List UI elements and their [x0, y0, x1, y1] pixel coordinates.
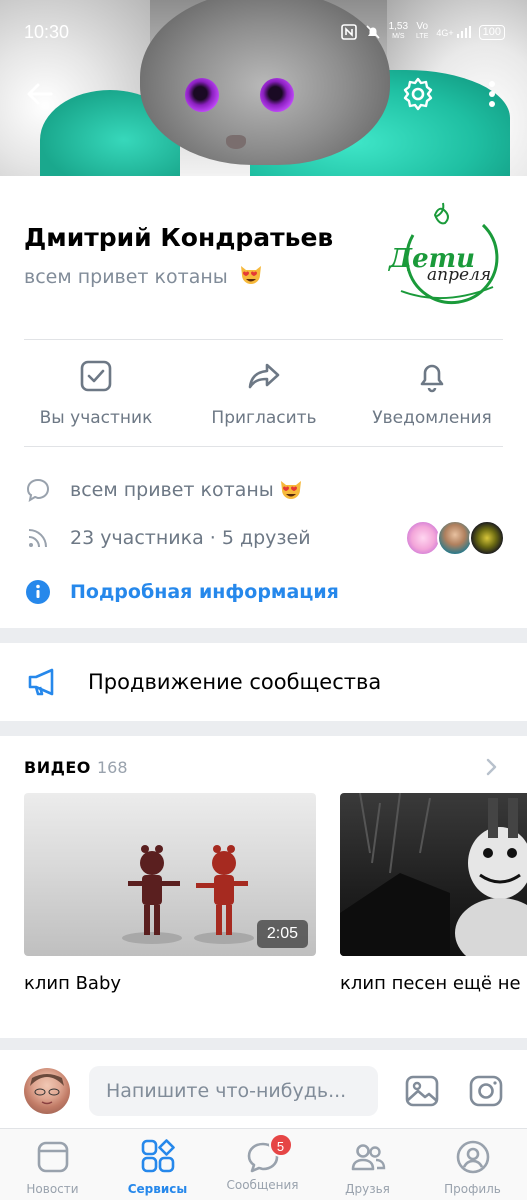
- section-separator: [0, 1038, 527, 1050]
- info-icon: [24, 578, 52, 606]
- tab-services-label: Сервисы: [127, 1182, 188, 1196]
- community-status: всем привет котаны: [24, 262, 264, 288]
- video-duration: 2:05: [256, 920, 308, 948]
- more-options-button[interactable]: [474, 76, 510, 112]
- heart-eyes-cat-emoji-icon: [280, 481, 301, 499]
- settings-button[interactable]: [400, 76, 436, 112]
- friend-avatar: [469, 520, 505, 556]
- news-icon: [37, 1141, 68, 1173]
- divider: [24, 446, 503, 447]
- tab-messages-label: Сообщения: [226, 1178, 299, 1192]
- network-type: 4G+: [436, 28, 454, 38]
- status-bar: 10:30 1,53 M/S Vo LTE 4G+ 100: [0, 0, 527, 64]
- friends-avatars[interactable]: [405, 520, 505, 556]
- messages-badge: 5: [268, 1133, 293, 1157]
- volte-bottom: LTE: [416, 33, 429, 40]
- details-link[interactable]: Подробная информация: [70, 581, 339, 603]
- post-input[interactable]: [89, 1066, 378, 1116]
- profile-icon: [456, 1140, 489, 1174]
- tab-messages[interactable]: 5 Сообщения: [210, 1129, 315, 1201]
- info-status-row: всем привет котаны: [24, 475, 304, 505]
- status-time: 10:30: [24, 22, 70, 42]
- back-button[interactable]: [22, 76, 58, 112]
- info-members-text: 23 участника · 5 друзей: [70, 527, 311, 549]
- friend-avatar: [437, 520, 473, 556]
- videos-section: ВИДЕО 168 2:05 клип Baby клип песен ещё …: [0, 736, 527, 1038]
- tab-news-label: Новости: [26, 1182, 79, 1196]
- check-square-icon: [80, 360, 112, 392]
- tab-friends[interactable]: Друзья: [315, 1129, 420, 1201]
- signal-bars-icon: [456, 26, 471, 38]
- section-separator: [0, 721, 527, 736]
- community-avatar[interactable]: Дети апреля: [383, 195, 501, 305]
- section-separator: [0, 628, 527, 643]
- speed-value: 1,53: [388, 21, 409, 32]
- tab-news[interactable]: Новости: [0, 1129, 105, 1201]
- cat-eye-left: [185, 78, 219, 112]
- volte-indicator: Vo LTE: [416, 22, 428, 42]
- info-details-row[interactable]: Подробная информация: [24, 577, 339, 607]
- services-icon: [141, 1139, 175, 1173]
- back-arrow-icon: [27, 83, 53, 105]
- speed-indicator: 1,53 M/S: [389, 22, 408, 42]
- notifications-action-button[interactable]: Уведомления: [352, 358, 512, 428]
- speed-unit: M/S: [392, 33, 405, 40]
- share-arrow-icon: [248, 363, 280, 389]
- member-action-label: Вы участник: [39, 408, 153, 428]
- signal-indicator: 4G+: [436, 26, 471, 38]
- video-thumbnail[interactable]: 2:05: [24, 793, 316, 956]
- tab-profile[interactable]: Профиль: [420, 1129, 525, 1201]
- member-action-button[interactable]: Вы участник: [16, 358, 176, 428]
- video-thumbnail[interactable]: [340, 793, 527, 956]
- tab-profile-label: Профиль: [444, 1182, 501, 1196]
- promotion-label: Продвижение сообщества: [88, 670, 382, 694]
- logo-line2: апреля: [427, 265, 491, 285]
- community-status-text: всем привет котаны: [24, 266, 228, 288]
- videos-title[interactable]: ВИДЕО: [24, 758, 91, 777]
- community-name: Дмитрий Кондратьев: [24, 223, 334, 252]
- video-preview-image: [340, 793, 527, 956]
- volte-top: Vo: [416, 21, 429, 32]
- divider: [24, 339, 503, 340]
- info-status-text: всем привет котаны: [70, 479, 274, 501]
- nfc-icon: [340, 24, 357, 40]
- messages-icon-wrap: 5: [245, 1133, 293, 1175]
- chevron-right-icon[interactable]: [480, 756, 502, 778]
- videos-count: 168: [97, 758, 128, 777]
- user-avatar[interactable]: [24, 1068, 70, 1114]
- image-icon[interactable]: [403, 1072, 441, 1110]
- bottom-tab-bar: Новости Сервисы 5 Сообщения Друзья Профи…: [0, 1128, 527, 1200]
- speech-bubble-icon: [24, 476, 52, 504]
- mute-bell-icon: [366, 25, 380, 39]
- community-logo: Дети апреля: [387, 202, 499, 305]
- gear-icon: [403, 77, 433, 111]
- post-composer: [0, 1050, 527, 1128]
- invite-action-button[interactable]: Пригласить: [184, 358, 344, 428]
- tab-services[interactable]: Сервисы: [105, 1129, 210, 1201]
- megaphone-icon: [28, 668, 54, 696]
- bell-icon: [420, 364, 444, 393]
- cat-nose: [226, 135, 246, 149]
- cat-eye-right: [260, 78, 294, 112]
- heart-eyes-cat-emoji-icon: [240, 266, 261, 284]
- battery-indicator: 100: [478, 24, 505, 40]
- notifications-action-label: Уведомления: [372, 408, 492, 428]
- info-members-row[interactable]: 23 участника · 5 друзей: [24, 523, 311, 553]
- invite-action-label: Пригласить: [211, 408, 317, 428]
- friend-avatar: [405, 520, 441, 556]
- video-title[interactable]: клип песен ещё не к: [340, 973, 527, 994]
- camera-icon[interactable]: [467, 1072, 505, 1110]
- video-title[interactable]: клип Baby: [24, 973, 121, 994]
- status-icons: 1,53 M/S Vo LTE 4G+ 100: [340, 22, 505, 42]
- more-vertical-icon: [489, 81, 495, 107]
- tab-friends-label: Друзья: [345, 1182, 390, 1196]
- promotion-row[interactable]: Продвижение сообщества: [0, 643, 527, 721]
- friends-icon: [351, 1144, 385, 1171]
- rss-icon: [24, 524, 52, 552]
